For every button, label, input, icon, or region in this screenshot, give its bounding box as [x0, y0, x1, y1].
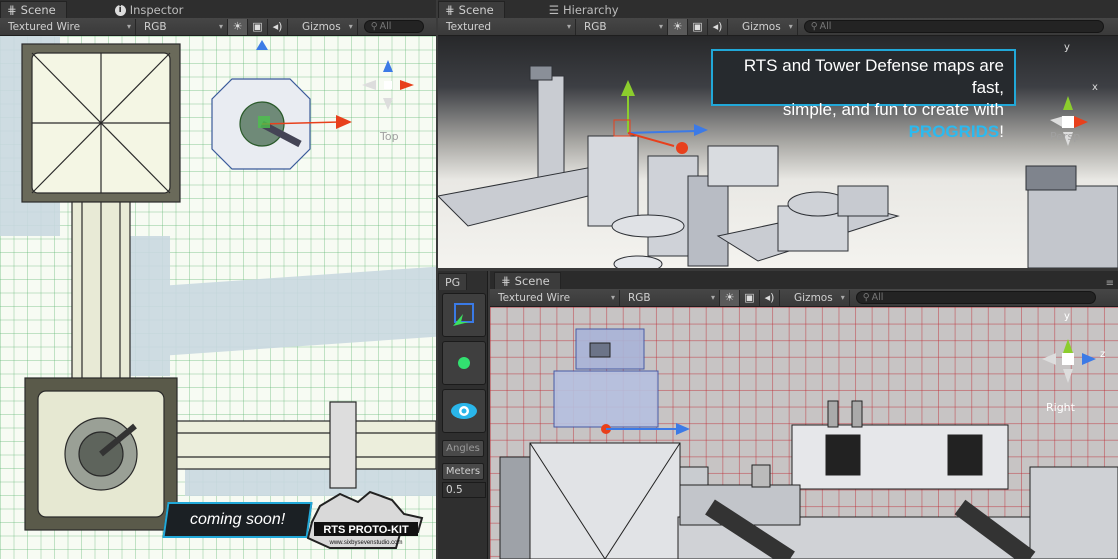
render-mode-dropdown[interactable]: Textured Wire: [490, 289, 620, 306]
units-dropdown[interactable]: Meters: [442, 463, 484, 480]
progrids-panel: PG Angles Meters 0.5: [438, 271, 488, 559]
fx-toggle[interactable]: ▣: [688, 18, 708, 35]
speaker-icon: ◂): [272, 20, 283, 33]
svg-text:www.sixbysevenstudio.com: www.sixbysevenstudio.com: [328, 540, 402, 546]
progrids-brand: PROGRIDS: [908, 122, 1000, 141]
audio-toggle[interactable]: ◂): [708, 18, 728, 35]
left-tabbar: ⋕ Scene i Inspector: [0, 0, 436, 18]
tab-hierarchy[interactable]: ☰ Hierarchy: [541, 1, 630, 18]
axis-y-label-right: y: [1064, 311, 1070, 322]
search-icon: ⚲: [810, 21, 818, 32]
render-mode-dropdown[interactable]: Textured Wire: [0, 18, 136, 35]
color-mode-dropdown[interactable]: RGB: [620, 289, 720, 306]
gizmos-dropdown[interactable]: Gizmos: [786, 289, 850, 306]
fx-toggle[interactable]: ▣: [740, 289, 760, 306]
tab-scene[interactable]: ⋕ Scene: [494, 272, 561, 289]
eye-icon: [451, 403, 477, 419]
coming-soon-banner: coming soon!: [162, 502, 313, 538]
right-view-viewport[interactable]: y z Right: [490, 307, 1118, 559]
view-label-right[interactable]: Right: [1046, 401, 1075, 414]
render-mode-dropdown[interactable]: Textured: [438, 18, 576, 35]
left-toolbar: Textured Wire RGB ☀ ▣ ◂) Gizmos ⚲All: [0, 18, 436, 36]
sun-icon: ☀: [232, 20, 243, 33]
audio-toggle[interactable]: ◂): [760, 289, 780, 306]
view-label-persp[interactable]: Persp: [1050, 130, 1080, 143]
right-scene-pane: ⋕Scene ≡ Textured Wire RGB ☀ ▣ ◂) Gizmos…: [490, 271, 1118, 559]
tab-inspector[interactable]: i Inspector: [107, 1, 195, 18]
audio-toggle[interactable]: ◂): [268, 18, 288, 35]
image-icon: ▣: [252, 20, 263, 33]
top-view-viewport[interactable]: Top: [0, 36, 436, 559]
snap-grid-icon: [453, 303, 474, 326]
tab-scene[interactable]: ⋕ Scene: [0, 1, 67, 18]
right-tabbar: ⋕ Scene ≡: [490, 271, 1118, 289]
grid-visible-button[interactable]: [442, 341, 486, 385]
angles-toggle[interactable]: Angles: [442, 440, 484, 457]
info-icon: i: [114, 4, 126, 16]
fx-toggle[interactable]: ▣: [248, 18, 268, 35]
view-gizmo-right: [1042, 339, 1096, 383]
lighting-toggle[interactable]: ☀: [668, 18, 688, 35]
search-icon: ⚲: [370, 21, 378, 32]
gizmos-dropdown[interactable]: Gizmos: [734, 18, 798, 35]
gizmos-dropdown[interactable]: Gizmos: [294, 18, 358, 35]
search-input[interactable]: ⚲ All: [803, 20, 1104, 33]
tab-scene[interactable]: ⋕ Scene: [438, 1, 505, 18]
callout-line-1: RTS and Tower Defense maps are fast,: [743, 56, 1004, 97]
tab-menu-icon[interactable]: ≡: [1106, 278, 1114, 289]
grid-view-button[interactable]: [442, 389, 486, 433]
search-input[interactable]: ⚲ All: [363, 20, 424, 33]
axis-x-label: x: [1092, 82, 1098, 93]
rts-proto-kit-logo: RTS PROTO-KIT www.sixbysevenstudio.com: [300, 488, 428, 554]
sun-icon: ☀: [672, 20, 683, 33]
image-icon: ▣: [744, 291, 755, 304]
grid-snap-button[interactable]: [442, 293, 486, 337]
list-icon: ☰: [548, 3, 560, 17]
lighting-toggle[interactable]: ☀: [228, 18, 248, 35]
color-mode-dropdown[interactable]: RGB: [136, 18, 228, 35]
persp-tabbar: ⋕ Scene ☰ Hierarchy: [438, 0, 1118, 18]
grid-icon: ⋕: [501, 274, 511, 288]
sun-icon: ☀: [724, 291, 735, 304]
search-input[interactable]: ⚲ All: [855, 291, 1096, 304]
left-scene-pane: ⋕Scene iInspector Textured Wire RGB ☀ ▣ …: [0, 0, 436, 559]
dot-icon: [458, 357, 470, 369]
right-toolbar: Textured Wire RGB ☀ ▣ ◂) Gizmos ⚲All: [490, 289, 1118, 307]
grid-icon: ⋕: [7, 3, 17, 17]
grid-icon: ⋕: [445, 3, 455, 17]
search-icon: ⚲: [862, 292, 870, 303]
speaker-icon: ◂): [764, 291, 775, 304]
svg-text:RTS PROTO-KIT: RTS PROTO-KIT: [323, 524, 409, 536]
axis-y-label: y: [1064, 42, 1070, 53]
lighting-toggle[interactable]: ☀: [720, 289, 740, 306]
color-mode-dropdown[interactable]: RGB: [576, 18, 668, 35]
progrids-callout: RTS and Tower Defense maps are fast, sim…: [711, 49, 1016, 141]
axis-z-label-right: z: [1100, 349, 1106, 360]
view-gizmo-top: [362, 60, 414, 110]
view-label-top[interactable]: Top: [380, 130, 399, 143]
tab-pg[interactable]: PG: [438, 273, 468, 290]
speaker-icon: ◂): [712, 20, 723, 33]
logo-graphic: RTS PROTO-KIT www.sixbysevenstudio.com: [306, 490, 424, 549]
top-view-structures: [21, 40, 436, 531]
image-icon: ▣: [692, 20, 703, 33]
snap-value-field[interactable]: 0.5: [442, 482, 486, 498]
callout-line-2: simple, and fun to create with PROGRIDS!: [782, 100, 1004, 141]
persp-toolbar: Textured RGB ☀ ▣ ◂) Gizmos ⚲All: [438, 18, 1118, 36]
right-view-structures: [499, 328, 1118, 559]
